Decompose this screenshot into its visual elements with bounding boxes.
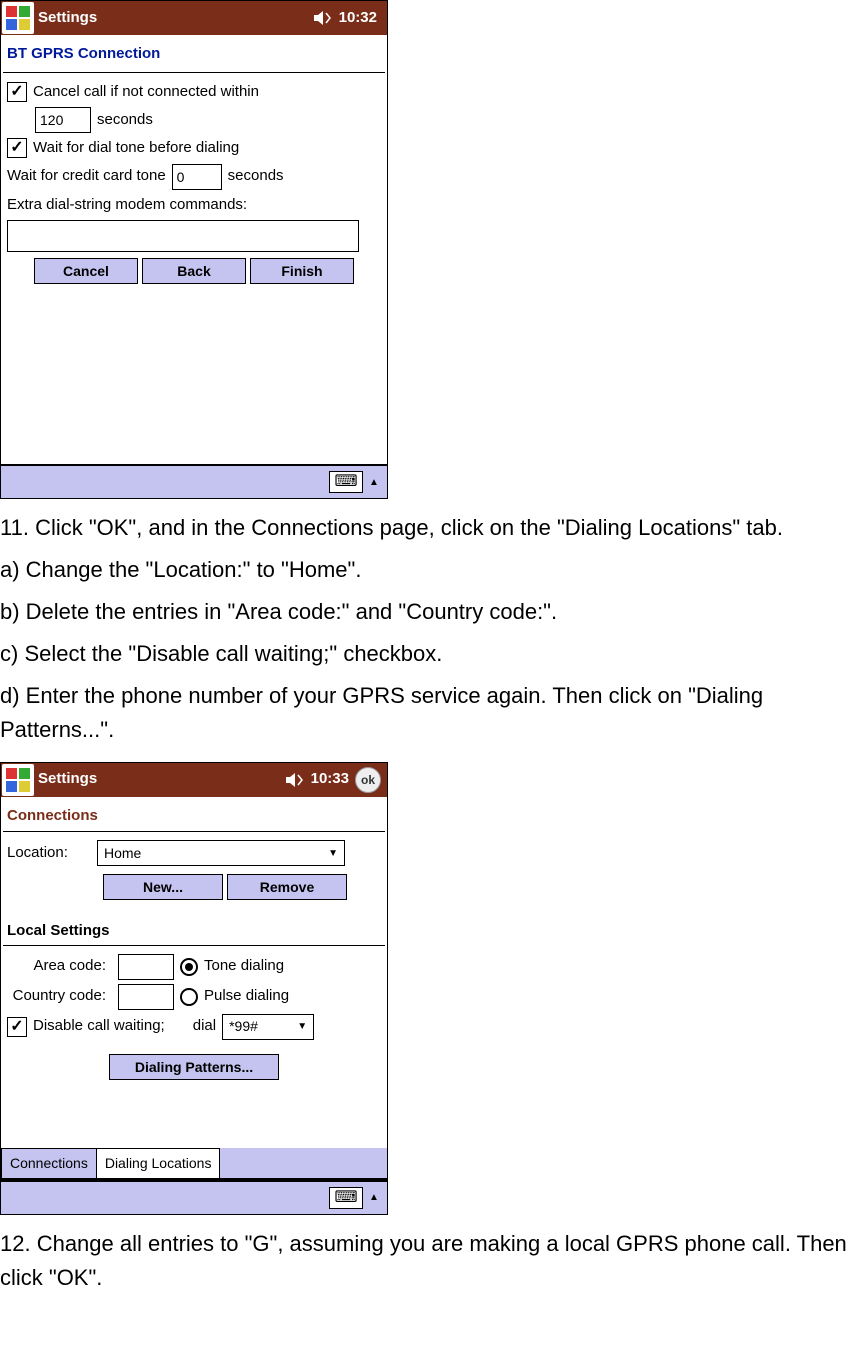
- tab-dialing-locations[interactable]: Dialing Locations: [97, 1148, 221, 1178]
- wait-credit-label-b: seconds: [228, 165, 284, 188]
- cancel-call-label: Cancel call if not connected within: [33, 81, 259, 104]
- step-11d-text: d) Enter the phone number of your GPRS s…: [0, 679, 863, 747]
- chevron-down-icon: ▼: [297, 1019, 307, 1034]
- cancel-call-checkbox[interactable]: [7, 82, 27, 102]
- dial-dropdown[interactable]: *99# ▼: [222, 1014, 314, 1040]
- tone-dialing-label: Tone dialing: [204, 955, 284, 978]
- country-code-input[interactable]: [118, 984, 174, 1010]
- status-time: 10:33: [311, 768, 349, 791]
- cancel-button[interactable]: Cancel: [34, 258, 138, 284]
- page-title: Connections: [1, 797, 387, 832]
- dial-label: dial: [193, 1015, 216, 1038]
- screenshot-1: Settings 10:32 BT GPRS Connection Cancel…: [0, 0, 388, 499]
- credit-tone-input[interactable]: [172, 164, 222, 190]
- step-11a-text: a) Change the "Location:" to "Home".: [0, 553, 863, 587]
- location-label: Location:: [7, 842, 91, 865]
- pulse-dialing-label: Pulse dialing: [204, 985, 289, 1008]
- instructions-step-11: 11. Click "OK", and in the Connections p…: [0, 511, 863, 748]
- pulse-dialing-radio[interactable]: [180, 988, 198, 1006]
- wait-dial-tone-label: Wait for dial tone before dialing: [33, 137, 239, 160]
- back-button[interactable]: Back: [142, 258, 246, 284]
- wait-dial-tone-checkbox[interactable]: [7, 138, 27, 158]
- dialing-patterns-button[interactable]: Dialing Patterns...: [109, 1054, 279, 1080]
- local-settings-title: Local Settings: [1, 912, 387, 945]
- ok-button[interactable]: ok: [355, 767, 381, 793]
- wait-credit-label-a: Wait for credit card tone: [7, 165, 166, 188]
- keyboard-icon[interactable]: [329, 471, 363, 493]
- country-code-label: Country code:: [7, 985, 112, 1008]
- sip-bar: [1, 464, 387, 498]
- sip-up-arrow-icon[interactable]: [367, 1187, 381, 1209]
- dial-value: *99#: [229, 1016, 258, 1037]
- extra-dial-input[interactable]: [7, 220, 359, 252]
- disable-call-waiting-checkbox[interactable]: [7, 1017, 27, 1037]
- remove-button[interactable]: Remove: [227, 874, 347, 900]
- speaker-icon[interactable]: [313, 10, 333, 26]
- status-title: Settings: [38, 768, 281, 791]
- new-button[interactable]: New...: [103, 874, 223, 900]
- tone-dialing-radio[interactable]: [180, 958, 198, 976]
- step-11-text: 11. Click "OK", and in the Connections p…: [0, 511, 863, 545]
- area-code-input[interactable]: [118, 954, 174, 980]
- tab-connections[interactable]: Connections: [1, 1148, 97, 1178]
- sip-up-arrow-icon[interactable]: [367, 471, 381, 493]
- start-logo-icon[interactable]: [2, 764, 34, 796]
- status-bar: Settings 10:32: [1, 1, 387, 35]
- screenshot-2: Settings 10:33 ok Connections Location: …: [0, 762, 388, 1215]
- disable-call-waiting-label: Disable call waiting;: [33, 1015, 165, 1038]
- timeout-input[interactable]: [35, 107, 91, 133]
- area-code-label: Area code:: [7, 955, 112, 978]
- location-value: Home: [104, 843, 141, 864]
- extra-dial-label: Extra dial-string modem commands:: [7, 194, 247, 217]
- instructions-step-12: 12. Change all entries to "G", assuming …: [0, 1227, 863, 1295]
- chevron-down-icon: ▼: [328, 846, 338, 861]
- start-logo-icon[interactable]: [2, 2, 34, 34]
- status-title: Settings: [38, 7, 309, 30]
- seconds-label: seconds: [97, 109, 153, 132]
- status-time: 10:32: [339, 7, 377, 30]
- status-bar: Settings 10:33 ok: [1, 763, 387, 797]
- location-dropdown[interactable]: Home ▼: [97, 840, 345, 866]
- keyboard-icon[interactable]: [329, 1187, 363, 1209]
- speaker-icon[interactable]: [285, 772, 305, 788]
- page-title: BT GPRS Connection: [1, 35, 387, 72]
- step-12-text: 12. Change all entries to "G", assuming …: [0, 1227, 863, 1295]
- sip-bar: [1, 1180, 387, 1214]
- step-11b-text: b) Delete the entries in "Area code:" an…: [0, 595, 863, 629]
- finish-button[interactable]: Finish: [250, 258, 354, 284]
- tab-bar: Connections Dialing Locations: [1, 1148, 387, 1180]
- step-11c-text: c) Select the "Disable call waiting;" ch…: [0, 637, 863, 671]
